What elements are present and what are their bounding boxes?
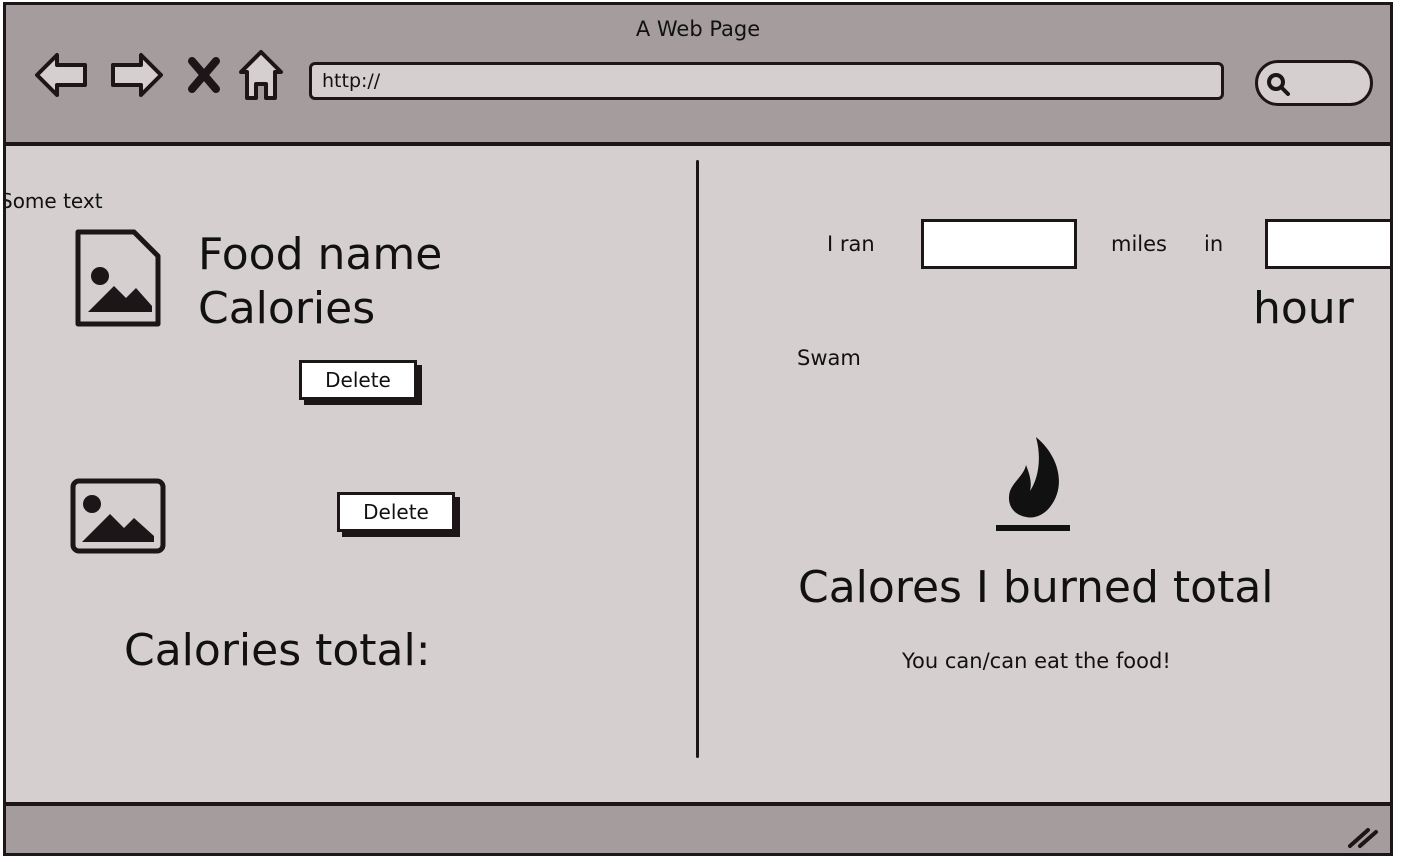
image-icon <box>70 478 166 554</box>
status-bar <box>6 802 1390 853</box>
browser-window: A Web Page http:// Some text Food name C… <box>3 2 1393 856</box>
window-title: A Web Page <box>635 17 761 41</box>
resize-grip-icon[interactable] <box>1346 824 1380 850</box>
in-label: in <box>1204 232 1224 256</box>
close-x-icon[interactable] <box>186 47 222 103</box>
url-text: http:// <box>322 70 381 92</box>
result-message: You can/can eat the food! <box>902 649 1171 673</box>
forward-arrow-icon[interactable] <box>106 47 166 103</box>
panel-divider <box>696 160 699 758</box>
delete-button[interactable]: Delete <box>299 360 417 400</box>
back-arrow-icon[interactable] <box>32 47 92 103</box>
miles-label: miles <box>1111 232 1167 256</box>
swam-label: Swam <box>797 346 861 370</box>
home-icon[interactable] <box>236 47 286 103</box>
calories-label: Calories <box>198 283 376 334</box>
image-icon <box>75 229 161 327</box>
delete-button[interactable]: Delete <box>337 492 455 532</box>
calories-total-label: Calories total: <box>124 625 431 676</box>
miles-input[interactable] <box>921 219 1077 269</box>
browser-toolbar: A Web Page http:// <box>6 5 1390 146</box>
i-ran-label: I ran <box>827 232 875 256</box>
burned-total-label: Calores I burned total <box>798 562 1274 613</box>
some-text-label: Some text <box>3 189 103 213</box>
search-icon <box>1267 73 1290 96</box>
search-field[interactable] <box>1255 60 1373 106</box>
url-input[interactable]: http:// <box>309 62 1224 100</box>
hour-label: hour <box>1253 283 1354 334</box>
food-name-label: Food name <box>198 229 443 280</box>
hours-input[interactable] <box>1265 219 1390 269</box>
flame-icon <box>996 437 1070 531</box>
